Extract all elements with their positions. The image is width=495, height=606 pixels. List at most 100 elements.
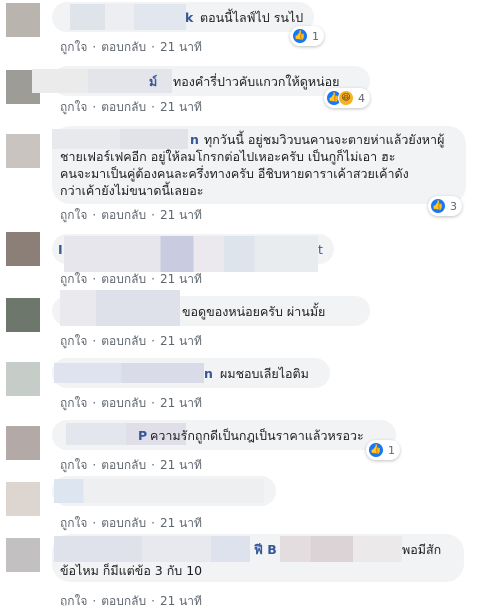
- author-name[interactable]: ฟี B: [254, 541, 277, 558]
- separator: ·: [92, 208, 97, 222]
- timestamp[interactable]: 21 นาที: [160, 396, 202, 410]
- like-button[interactable]: ถูกใจ: [60, 594, 87, 606]
- author-name-blurred[interactable]: [54, 363, 204, 383]
- author-name-blurred[interactable]: [52, 129, 188, 149]
- author-name-blurred[interactable]: [54, 479, 264, 503]
- timestamp[interactable]: 21 นาที: [160, 334, 202, 348]
- separator: ·: [92, 594, 97, 606]
- reaction-summary[interactable]: 👍 3: [428, 196, 462, 216]
- comment-actions: ถูกใจ · ตอบกลับ · 21 นาที: [60, 394, 202, 413]
- like-button[interactable]: ถูกใจ: [60, 40, 87, 54]
- comment-text-line-2: ข้อไหม ก็มีแต่ข้อ 3 กับ 10: [60, 563, 203, 578]
- reaction-count: 4: [358, 91, 365, 105]
- timestamp[interactable]: 21 นาที: [160, 208, 202, 222]
- author-name-blurred[interactable]: [64, 236, 318, 272]
- separator: ·: [92, 100, 97, 114]
- avatar[interactable]: [6, 232, 40, 266]
- separator: ·: [151, 40, 155, 54]
- like-button[interactable]: ถูกใจ: [60, 208, 87, 222]
- separator: ·: [151, 208, 155, 222]
- reaction-summary[interactable]: 👍 1: [290, 26, 324, 46]
- comment-text-line-1: ทุกวันนี้ อยู่ชมวิวบนคานจะตายห่าแล้วยังห…: [204, 132, 445, 147]
- timestamp[interactable]: 21 นาที: [160, 458, 202, 472]
- author-name[interactable]: P: [138, 427, 147, 444]
- like-button[interactable]: ถูกใจ: [60, 272, 87, 286]
- reply-button[interactable]: ตอบกลับ: [101, 458, 146, 472]
- separator: ·: [151, 594, 155, 606]
- comment-bubble: ขอดูของหน่อยครับ ผ่านมั้ย: [52, 290, 370, 326]
- reaction-count: 3: [450, 199, 457, 213]
- comment-actions: ถูกใจ · ตอบกลับ · 21 นาที: [60, 38, 202, 57]
- author-name[interactable]: t: [318, 241, 323, 258]
- separator: ·: [92, 334, 97, 348]
- author-name[interactable]: n: [204, 365, 213, 382]
- like-button[interactable]: ถูกใจ: [60, 516, 87, 530]
- separator: ·: [92, 40, 97, 54]
- author-name[interactable]: n: [190, 131, 199, 148]
- separator: ·: [151, 272, 155, 286]
- reply-button[interactable]: ตอบกลับ: [101, 208, 146, 222]
- comment-bubble: I t: [52, 234, 334, 272]
- reply-button[interactable]: ตอบกลับ: [101, 272, 146, 286]
- text-blurred: [280, 536, 402, 562]
- comment-bubble: ฟี B พอมีสัก ข้อไหม ก็มีแต่ข้อ 3 กับ 10: [52, 534, 464, 582]
- timestamp[interactable]: 21 นาที: [160, 594, 202, 606]
- avatar[interactable]: [6, 3, 40, 37]
- comment-text: ทองคำรี่ปาวคับแกวกให้ดูหน่อย: [173, 74, 340, 89]
- avatar[interactable]: [6, 134, 40, 168]
- like-icon: 👍: [368, 442, 384, 458]
- timestamp[interactable]: 21 นาที: [160, 272, 202, 286]
- author-name[interactable]: k: [185, 9, 193, 26]
- comment-actions: ถูกใจ · ตอบกลับ · 21 นาที: [60, 270, 202, 289]
- reply-button[interactable]: ตอบกลับ: [101, 396, 146, 410]
- like-button[interactable]: ถูกใจ: [60, 100, 87, 114]
- comment-actions: ถูกใจ · ตอบกลับ · 21 นาที: [60, 592, 202, 606]
- separator: ·: [92, 272, 97, 286]
- separator: ·: [151, 458, 155, 472]
- like-icon: 👍: [430, 198, 446, 214]
- comment-actions: ถูกใจ · ตอบกลับ · 21 นาที: [60, 514, 202, 533]
- separator: ·: [151, 334, 155, 348]
- avatar[interactable]: [6, 538, 40, 572]
- comment-text: ความรักถูกดีเป็นกฎเป็นราคาแล้วหรอวะ: [150, 428, 364, 443]
- timestamp[interactable]: 21 นาที: [160, 40, 202, 54]
- author-name-blurred[interactable]: [54, 536, 250, 562]
- separator: ·: [151, 100, 155, 114]
- haha-icon: 😆: [338, 90, 354, 106]
- reaction-summary[interactable]: 👍 😆 4: [324, 88, 370, 108]
- author-name-prefix[interactable]: I: [58, 241, 63, 258]
- comment-text: ตอนนี้ไลฟ์ไป รนไป: [200, 10, 304, 25]
- author-name[interactable]: ม์: [149, 73, 157, 90]
- comment-bubble: n ผมชอบเลียไอติม: [52, 358, 330, 388]
- separator: ·: [92, 516, 97, 530]
- avatar[interactable]: [6, 426, 40, 460]
- avatar[interactable]: [6, 482, 40, 516]
- comment-actions: ถูกใจ · ตอบกลับ · 21 นาที: [60, 456, 202, 475]
- author-name-blurred[interactable]: [70, 4, 186, 30]
- like-button[interactable]: ถูกใจ: [60, 396, 87, 410]
- avatar[interactable]: [6, 362, 40, 396]
- comment-text-line-4: กว่าเค้ายังไม่ขนาดนี้เลยอะ: [60, 183, 204, 198]
- separator: ·: [92, 396, 97, 410]
- comment-bubble: [52, 476, 276, 506]
- timestamp[interactable]: 21 นาที: [160, 100, 202, 114]
- separator: ·: [92, 458, 97, 472]
- like-button[interactable]: ถูกใจ: [60, 458, 87, 472]
- reply-button[interactable]: ตอบกลับ: [101, 40, 146, 54]
- reply-button[interactable]: ตอบกลับ: [101, 100, 146, 114]
- reaction-summary[interactable]: 👍 1: [366, 440, 400, 460]
- reaction-count: 1: [388, 443, 395, 457]
- author-name-blurred[interactable]: [60, 290, 180, 326]
- timestamp[interactable]: 21 นาที: [160, 516, 202, 530]
- reply-button[interactable]: ตอบกลับ: [101, 594, 146, 606]
- comment-actions: ถูกใจ · ตอบกลับ · 21 นาที: [60, 98, 202, 117]
- reply-button[interactable]: ตอบกลับ: [101, 516, 146, 530]
- reply-button[interactable]: ตอบกลับ: [101, 334, 146, 348]
- like-button[interactable]: ถูกใจ: [60, 334, 87, 348]
- comment-bubble: P ความรักถูกดีเป็นกฎเป็นราคาแล้วหรอวะ: [52, 420, 396, 450]
- comment-bubble: n ทุกวันนี้ อยู่ชมวิวบนคานจะตายห่าแล้วยั…: [52, 126, 466, 204]
- comment-bubble: k ตอนนี้ไลฟ์ไป รนไป: [52, 2, 314, 32]
- comment-actions: ถูกใจ · ตอบกลับ · 21 นาที: [60, 206, 202, 225]
- comment-bubble: ม์ ทองคำรี่ปาวคับแกวกให้ดูหน่อย: [32, 66, 370, 96]
- avatar[interactable]: [6, 298, 40, 332]
